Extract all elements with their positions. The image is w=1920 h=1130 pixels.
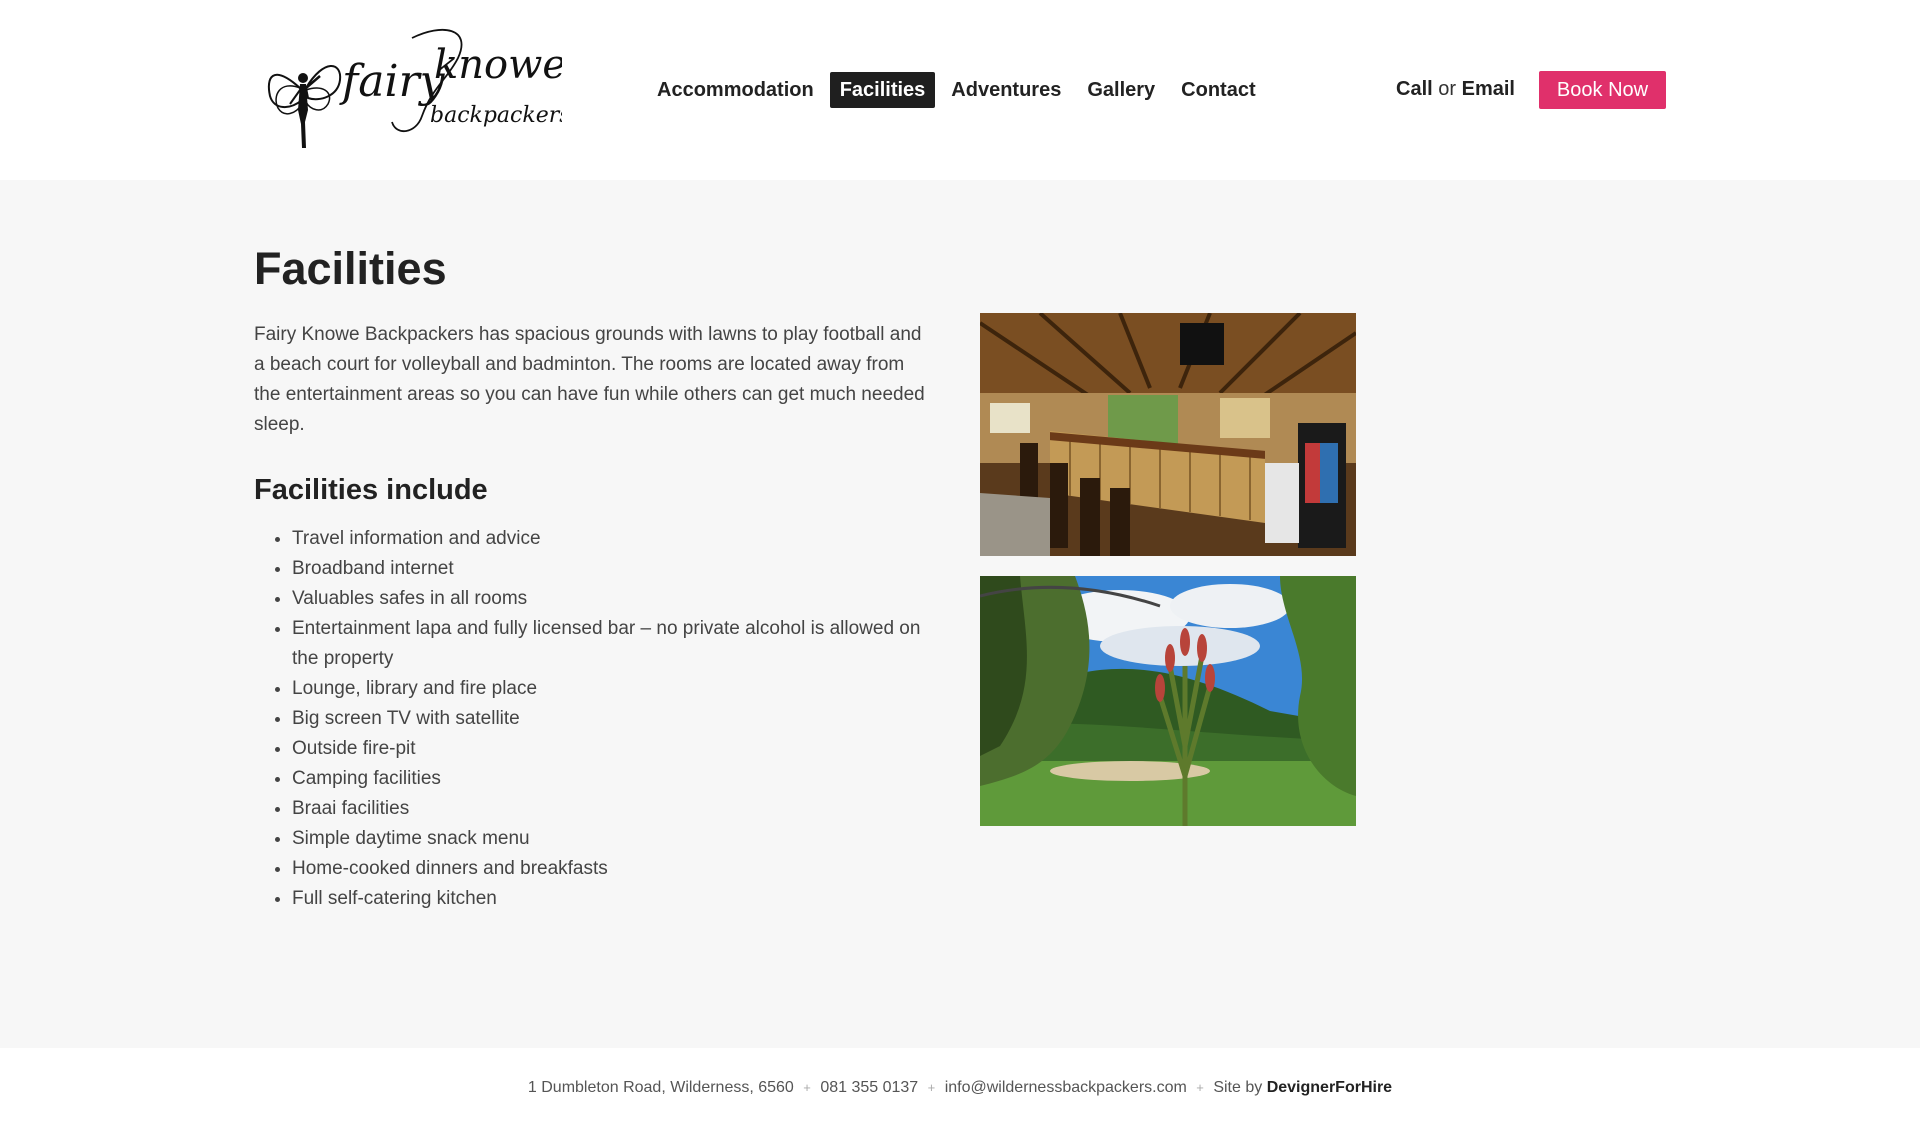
page-title: Facilities — [254, 243, 447, 294]
footer-phone[interactable]: 081 355 0137 — [820, 1079, 918, 1096]
list-item: Valuables safes in all rooms — [292, 584, 934, 614]
book-now-button[interactable]: Book Now — [1539, 71, 1666, 109]
list-item: Full self-catering kitchen — [292, 884, 934, 914]
list-item: Simple daytime snack menu — [292, 824, 934, 854]
site-footer: 1 Dumbleton Road, Wilderness, 6560 + 081… — [0, 1048, 1920, 1130]
footer-email[interactable]: info@wildernessbackpackers.com — [945, 1079, 1187, 1096]
footer-separator: + — [803, 1080, 811, 1095]
list-item: Home-cooked dinners and breakfasts — [292, 854, 934, 884]
nav-item-gallery[interactable]: Gallery — [1077, 72, 1165, 108]
list-item: Broadband internet — [292, 554, 934, 584]
list-item: Lounge, library and fire place — [292, 674, 934, 704]
list-item: Outside fire-pit — [292, 734, 934, 764]
footer-separator: + — [1196, 1080, 1204, 1095]
intro-paragraph: Fairy Knowe Backpackers has spacious gro… — [254, 324, 925, 435]
facilities-list: Travel information and advice Broadband … — [254, 524, 934, 914]
email-link[interactable]: Email — [1462, 78, 1515, 100]
main-nav: Accommodation Facilities Adventures Gall… — [647, 71, 1272, 109]
footer-credit-link[interactable]: DevignerForHire — [1267, 1079, 1392, 1096]
or-text: or — [1438, 78, 1457, 100]
list-item: Big screen TV with satellite — [292, 704, 934, 734]
list-item: Travel information and advice — [292, 524, 934, 554]
facilities-subtitle: Facilities include — [254, 474, 488, 506]
footer-site-by-label: Site by — [1213, 1079, 1263, 1096]
svg-text:backpackers: backpackers — [430, 103, 562, 128]
footer-address: 1 Dumbleton Road, Wilderness, 6560 — [527, 1079, 794, 1096]
site-header: fairy knowe backpackers Accommodation Fa… — [0, 0, 1920, 180]
nav-item-facilities[interactable]: Facilities — [829, 72, 936, 108]
nav-item-accommodation[interactable]: Accommodation — [647, 72, 824, 108]
fairy-logo-icon: fairy knowe backpackers — [267, 29, 571, 148]
list-item: Camping facilities — [292, 764, 934, 794]
bar-lapa-photo — [980, 313, 1356, 556]
list-item: Braai facilities — [292, 794, 934, 824]
garden-photo — [980, 576, 1356, 826]
nav-item-adventures[interactable]: Adventures — [941, 72, 1071, 108]
call-link[interactable]: Call — [1396, 78, 1433, 100]
list-item: Entertainment lapa and fully licensed ba… — [292, 614, 934, 674]
site-logo[interactable]: fairy knowe backpackers — [262, 18, 571, 163]
footer-separator: + — [927, 1080, 936, 1095]
main-content: Facilities Fairy Knowe Backpackers has s… — [254, 240, 934, 914]
header-contact-links: Call or Email — [1396, 78, 1515, 100]
nav-item-contact[interactable]: Contact — [1171, 72, 1265, 108]
